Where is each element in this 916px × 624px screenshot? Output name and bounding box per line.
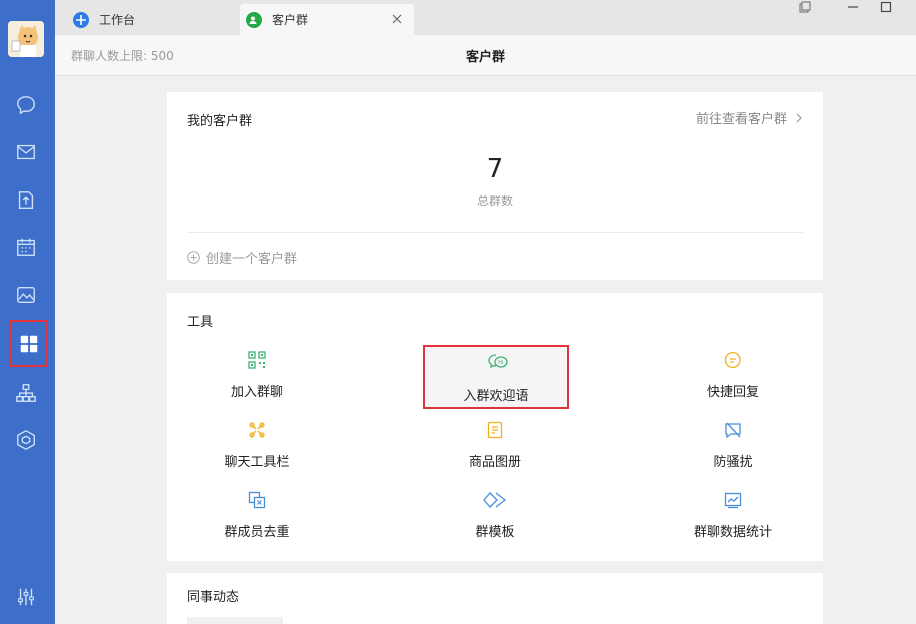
mail-icon: [17, 144, 35, 160]
page-header: 群聊人数上限: 500 客户群: [55, 35, 916, 76]
nav-settings[interactable]: [5, 576, 47, 618]
nav-mail[interactable]: [5, 131, 47, 173]
tab-bar: 工作台 客户群: [55, 0, 916, 35]
tool-label: 群模板: [475, 525, 515, 540]
avatar[interactable]: [8, 21, 44, 57]
org-chart-icon: [16, 384, 36, 402]
tab-label: 工作台: [99, 13, 136, 27]
customer-group-icon: [246, 11, 262, 28]
tool-label: 群聊数据统计: [693, 525, 772, 540]
view-groups-link[interactable]: 前往查看客户群: [696, 108, 803, 127]
grid-apps-icon: [20, 335, 37, 352]
welcome-chat-icon: Hi: [488, 354, 508, 369]
nav-calendar[interactable]: [5, 226, 47, 268]
calendar-icon: [17, 238, 35, 256]
nav-gallery[interactable]: [5, 274, 47, 316]
chat-bubble-icon: [17, 96, 35, 115]
nav-apps[interactable]: [5, 419, 47, 461]
total-groups-label: 总群数: [476, 194, 513, 208]
quick-reply-icon: [724, 351, 741, 369]
nav-workbench[interactable]: [9, 320, 48, 367]
image-icon: [17, 286, 35, 304]
tab-customer-group[interactable]: 客户群: [240, 4, 414, 35]
colleague-updates-card: 同事动态: [167, 573, 823, 624]
tool-join-group[interactable]: 加入群聊: [187, 343, 327, 403]
create-group-label: 创建一个客户群: [206, 252, 298, 267]
tool-anti-harassment[interactable]: 防骚扰: [663, 413, 803, 473]
workbench-icon: [73, 11, 89, 28]
tool-label: 加入群聊: [230, 385, 283, 400]
catalog-icon: [487, 421, 503, 439]
colleague-updates-title: 同事动态: [187, 590, 240, 605]
tool-label: 入群欢迎语: [463, 389, 529, 404]
my-groups-card: 我的客户群 前往查看客户群 7 总群数 创建一个客户群: [167, 92, 823, 280]
tab-label: 客户群: [272, 13, 309, 27]
sliders-icon: [18, 588, 34, 606]
tool-label: 聊天工具栏: [224, 455, 290, 470]
view-groups-label: 前往查看客户群: [695, 112, 787, 127]
divider: [187, 232, 803, 233]
tool-label: 商品图册: [468, 455, 521, 470]
update-preview[interactable]: [187, 617, 283, 624]
sidebar: [0, 0, 55, 624]
create-group-button[interactable]: 创建一个客户群: [187, 248, 297, 267]
anti-harass-icon: [725, 422, 741, 439]
close-icon[interactable]: [390, 12, 404, 26]
cube-icon: [17, 430, 35, 450]
total-groups-count: 7: [486, 154, 504, 184]
minimize-icon[interactable]: [841, 0, 865, 14]
nav-docs[interactable]: [5, 179, 47, 221]
tools-card: 工具 加入群聊 Hi 入群欢迎语 快捷回复 聊天工具栏 商品图册 防骚扰 群成员…: [167, 293, 823, 561]
tool-member-dedupe[interactable]: 群成员去重: [187, 483, 327, 543]
chevron-right-icon: [796, 113, 802, 122]
toolbar-icon: [249, 422, 265, 438]
pin-window-icon[interactable]: [793, 0, 817, 14]
maximize-icon[interactable]: [874, 0, 898, 14]
document-icon: [18, 191, 34, 209]
tab-workbench[interactable]: 工作台: [67, 4, 237, 35]
tool-label: 群成员去重: [224, 525, 290, 540]
dedupe-icon: [248, 491, 266, 509]
plus-circle-icon: [187, 251, 200, 264]
nav-org[interactable]: [5, 372, 47, 414]
svg-text:Hi: Hi: [498, 360, 503, 366]
tools-title: 工具: [187, 315, 214, 330]
stats-icon: [724, 492, 742, 509]
tool-group-stats[interactable]: 群聊数据统计: [663, 483, 803, 543]
tool-quick-reply[interactable]: 快捷回复: [663, 343, 803, 403]
my-groups-title: 我的客户群: [187, 114, 253, 129]
tool-group-template[interactable]: 群模板: [425, 483, 565, 543]
nav-messages[interactable]: [5, 84, 47, 126]
tool-label: 防骚扰: [713, 455, 753, 470]
qrcode-icon: [248, 351, 266, 369]
tool-label: 快捷回复: [706, 385, 759, 400]
tool-product-catalog[interactable]: 商品图册: [425, 413, 565, 473]
tool-chat-toolbar[interactable]: 聊天工具栏: [187, 413, 327, 473]
page-title: 客户群: [465, 50, 505, 65]
tool-welcome-message[interactable]: Hi 入群欢迎语: [423, 345, 569, 409]
template-icon: [483, 492, 507, 508]
